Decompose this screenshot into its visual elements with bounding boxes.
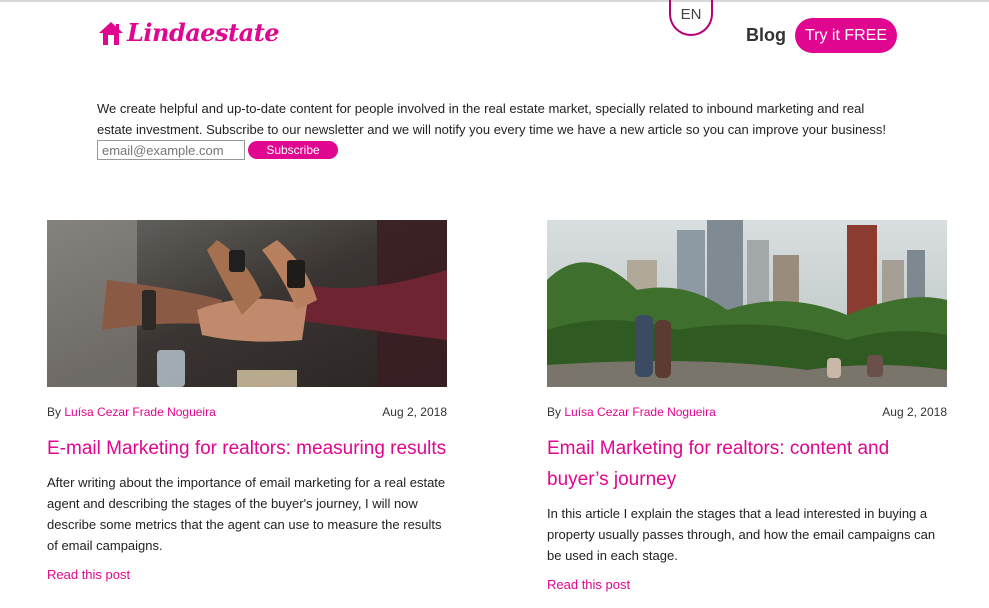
subscribe-button[interactable]: Subscribe <box>248 141 338 159</box>
brand-name: Lindaestate <box>127 18 280 47</box>
post-author-link[interactable]: Luísa Cezar Frade Nogueira <box>64 405 215 419</box>
brand-logo[interactable]: Lindaestate <box>97 18 280 47</box>
post-excerpt: In this article I explain the stages tha… <box>547 506 936 563</box>
post-byline: By Luísa Cezar Frade Nogueira <box>47 405 216 419</box>
try-free-button[interactable]: Try it FREE <box>795 18 897 53</box>
post-card: By Luísa Cezar Frade Nogueira Aug 2, 201… <box>547 220 947 592</box>
post-excerpt: After writing about the importance of em… <box>47 475 446 553</box>
post-byline: By Luísa Cezar Frade Nogueira <box>547 405 716 419</box>
post-title-link[interactable]: Email Marketing for realtors: content an… <box>547 433 947 495</box>
newsletter-intro: We create helpful and up-to-date content… <box>97 101 887 137</box>
post-image-city-park[interactable] <box>547 220 947 387</box>
language-selector[interactable]: EN <box>669 0 713 36</box>
post-date: Aug 2, 2018 <box>882 405 947 419</box>
post-title-link[interactable]: E-mail Marketing for realtors: measuring… <box>47 433 447 464</box>
read-more-link[interactable]: Read this post <box>47 567 447 582</box>
read-more-link[interactable]: Read this post <box>547 577 947 592</box>
by-label: By <box>47 405 62 419</box>
top-border <box>0 0 989 2</box>
email-input[interactable] <box>97 140 245 160</box>
by-label: By <box>547 405 562 419</box>
post-date: Aug 2, 2018 <box>382 405 447 419</box>
house-icon <box>97 20 125 46</box>
post-card: By Luísa Cezar Frade Nogueira Aug 2, 201… <box>47 220 447 582</box>
nav-blog-link[interactable]: Blog <box>746 25 786 46</box>
post-image-fist-bump[interactable] <box>47 220 447 387</box>
post-author-link[interactable]: Luísa Cezar Frade Nogueira <box>564 405 715 419</box>
